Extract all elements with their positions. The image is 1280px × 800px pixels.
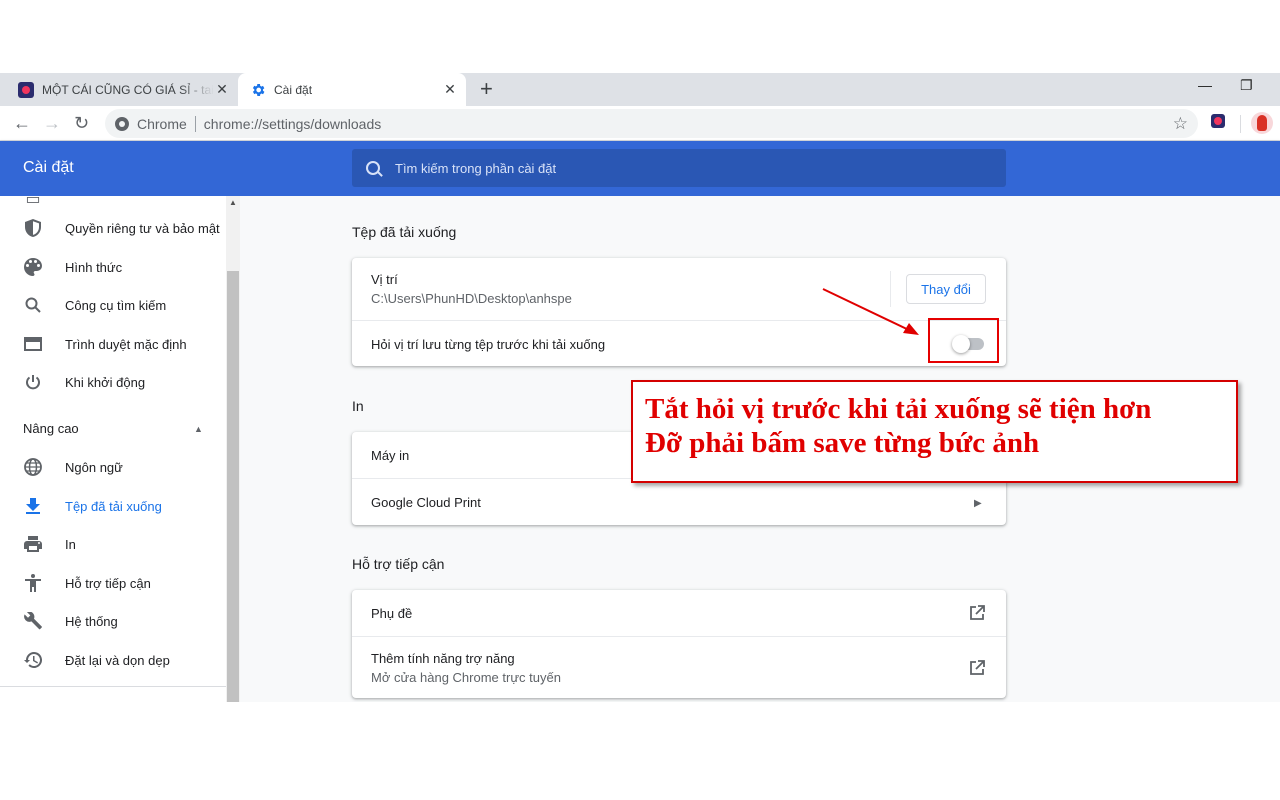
- ask-location-label: Hỏi vị trí lưu từng tệp trước khi tải xu…: [371, 337, 606, 352]
- back-icon[interactable]: ←: [13, 114, 31, 132]
- settings-sidebar: ▭ Quyền riêng tư và bảo mật Hình thức Cô…: [0, 196, 240, 702]
- search-input[interactable]: [395, 160, 1006, 176]
- palette-icon: [24, 258, 42, 276]
- page-title: Cài đặt: [23, 159, 74, 176]
- sidebar-item-label: Ngôn ngữ: [65, 459, 123, 475]
- sidebar-item-printing[interactable]: In: [0, 525, 226, 563]
- chrome-logo-icon: [115, 116, 129, 131]
- sidebar-item-label: Hình thức: [65, 259, 123, 275]
- sidebar-item-appearance[interactable]: Hình thức: [0, 248, 226, 286]
- captions-label: Phụ đề: [371, 606, 413, 621]
- cloud-print-label: Google Cloud Print: [371, 495, 481, 510]
- sidebar-item-system[interactable]: Hệ thống: [0, 602, 226, 640]
- printer-icon: [24, 535, 42, 553]
- star-icon[interactable]: ☆: [1173, 114, 1188, 134]
- close-tab-icon[interactable]: ✕: [214, 81, 230, 98]
- globe-icon: [24, 458, 42, 476]
- sidebar-item-label: Hệ thống: [65, 613, 118, 629]
- sidebar-item-label: Đặt lại và dọn dẹp: [65, 652, 170, 668]
- omnibox-url[interactable]: chrome://settings/downloads: [204, 116, 381, 132]
- tab-shop[interactable]: MỘT CÁI CŨNG CÓ GIÁ SỈ - tai nghe ✕: [0, 73, 238, 106]
- sidebar-item-label: Quyền riêng tư và bảo mật: [65, 220, 220, 236]
- annotation-line-2: Đỡ phải bấm save từng bức ảnh: [645, 427, 1040, 459]
- sidebar-item-default-browser[interactable]: Trình duyệt mặc định: [0, 325, 226, 363]
- site-favicon-icon: [18, 81, 34, 98]
- section-title-accessibility: Hỗ trợ tiếp cận: [352, 556, 445, 572]
- more-accessibility-row[interactable]: Thêm tính năng trợ năng Mở cửa hàng Chro…: [352, 637, 1006, 698]
- wrench-icon: [24, 612, 42, 630]
- accessibility-icon: [24, 574, 42, 592]
- sidebar-item-languages[interactable]: Ngôn ngữ: [0, 448, 226, 486]
- sidebar-item-search-engine[interactable]: Công cụ tìm kiếm: [0, 286, 226, 324]
- sidebar-item-privacy[interactable]: Quyền riêng tư và bảo mật: [0, 209, 226, 247]
- search-icon: [366, 161, 380, 175]
- sidebar-scrollbar[interactable]: ▲: [226, 196, 240, 702]
- omnibox-chip: Chrome: [137, 115, 187, 132]
- browser-window-icon: [24, 335, 42, 353]
- search-icon: [24, 296, 42, 314]
- sidebar-item-label: Trình duyệt mặc định: [65, 336, 187, 352]
- tab-title: MỘT CÁI CŨNG CÓ GIÁ SỈ - tai nghe: [42, 82, 214, 97]
- tab-strip: MỘT CÁI CŨNG CÓ GIÁ SỈ - tai nghe ✕ Cài …: [0, 73, 1280, 106]
- sidebar-item-label: Hỗ trợ tiếp cận: [65, 575, 151, 591]
- gear-icon: [252, 83, 265, 96]
- tab-title: Cài đặt: [274, 82, 313, 97]
- sidebar-item-label: Tệp đã tải xuống: [65, 498, 162, 514]
- close-tab-icon[interactable]: ✕: [442, 81, 458, 98]
- shield-icon: [24, 219, 42, 237]
- section-title-downloads: Tệp đã tải xuống: [352, 224, 457, 240]
- sidebar-item-on-startup[interactable]: Khi khởi động: [0, 363, 226, 401]
- settings-header: Cài đặt: [0, 141, 1280, 196]
- chevron-up-icon[interactable]: ▲: [194, 424, 203, 434]
- toolbar-divider: [1240, 115, 1241, 133]
- sidebar-item-downloads[interactable]: Tệp đã tải xuống: [0, 487, 226, 525]
- reload-icon[interactable]: ↻: [74, 114, 89, 132]
- cloud-print-row[interactable]: Google Cloud Print ▶: [352, 479, 1006, 525]
- external-link-icon[interactable]: [969, 605, 985, 621]
- sidebar-item-accessibility[interactable]: Hỗ trợ tiếp cận: [0, 564, 226, 602]
- power-icon: [24, 373, 42, 391]
- accessibility-card: Phụ đề Thêm tính năng trợ năng Mở cửa hà…: [352, 590, 1006, 698]
- partial-icon: ▭: [25, 196, 41, 208]
- forward-icon[interactable]: →: [43, 114, 61, 132]
- scroll-up-arrow-icon[interactable]: ▲: [226, 198, 240, 207]
- browser-toolbar: ← → ↻ Chrome chrome://settings/downloads…: [0, 106, 1280, 141]
- more-features-sublabel: Mở cửa hàng Chrome trực tuyến: [371, 670, 561, 685]
- omnibox-divider: [194, 115, 196, 132]
- annotation-arrow: [822, 288, 919, 335]
- captions-row[interactable]: Phụ đề: [352, 590, 1006, 636]
- section-title-printing: In: [352, 398, 364, 414]
- download-icon: [24, 497, 42, 515]
- sidebar-item-label: Công cụ tìm kiếm: [65, 297, 167, 313]
- sidebar-item-label: Khi khởi động: [65, 374, 146, 390]
- sidebar-advanced-heading[interactable]: Nâng cao: [23, 421, 79, 436]
- minimize-button[interactable]: —: [1198, 77, 1212, 93]
- profile-avatar[interactable]: [1251, 112, 1273, 134]
- highlight-box: [928, 318, 999, 363]
- extension-icon[interactable]: [1211, 114, 1225, 128]
- more-features-label: Thêm tính năng trợ năng: [371, 651, 515, 666]
- location-label: Vị trí: [371, 272, 398, 287]
- scrollbar-thumb[interactable]: [227, 271, 239, 702]
- sidebar-item-reset[interactable]: Đặt lại và dọn dẹp: [0, 641, 226, 679]
- sidebar-divider: [0, 686, 226, 687]
- restore-button[interactable]: ❐: [1240, 77, 1253, 94]
- address-bar[interactable]: Chrome chrome://settings/downloads ☆: [105, 109, 1198, 138]
- printers-label: Máy in: [371, 448, 410, 463]
- external-link-icon[interactable]: [969, 660, 985, 676]
- annotation-line-1: Tắt hỏi vị trước khi tải xuống sẽ tiện h…: [645, 393, 1152, 425]
- location-value: C:\Users\PhunHD\Desktop\anhspe: [371, 291, 572, 306]
- chevron-right-icon: ▶: [974, 498, 982, 509]
- new-tab-button[interactable]: +: [480, 78, 493, 100]
- tab-settings[interactable]: Cài đặt ✕: [238, 73, 466, 106]
- annotation-note: Tắt hỏi vị trước khi tải xuống sẽ tiện h…: [631, 380, 1238, 483]
- settings-search[interactable]: [352, 149, 1006, 187]
- restore-icon: [24, 651, 42, 669]
- sidebar-item-label: In: [65, 536, 76, 552]
